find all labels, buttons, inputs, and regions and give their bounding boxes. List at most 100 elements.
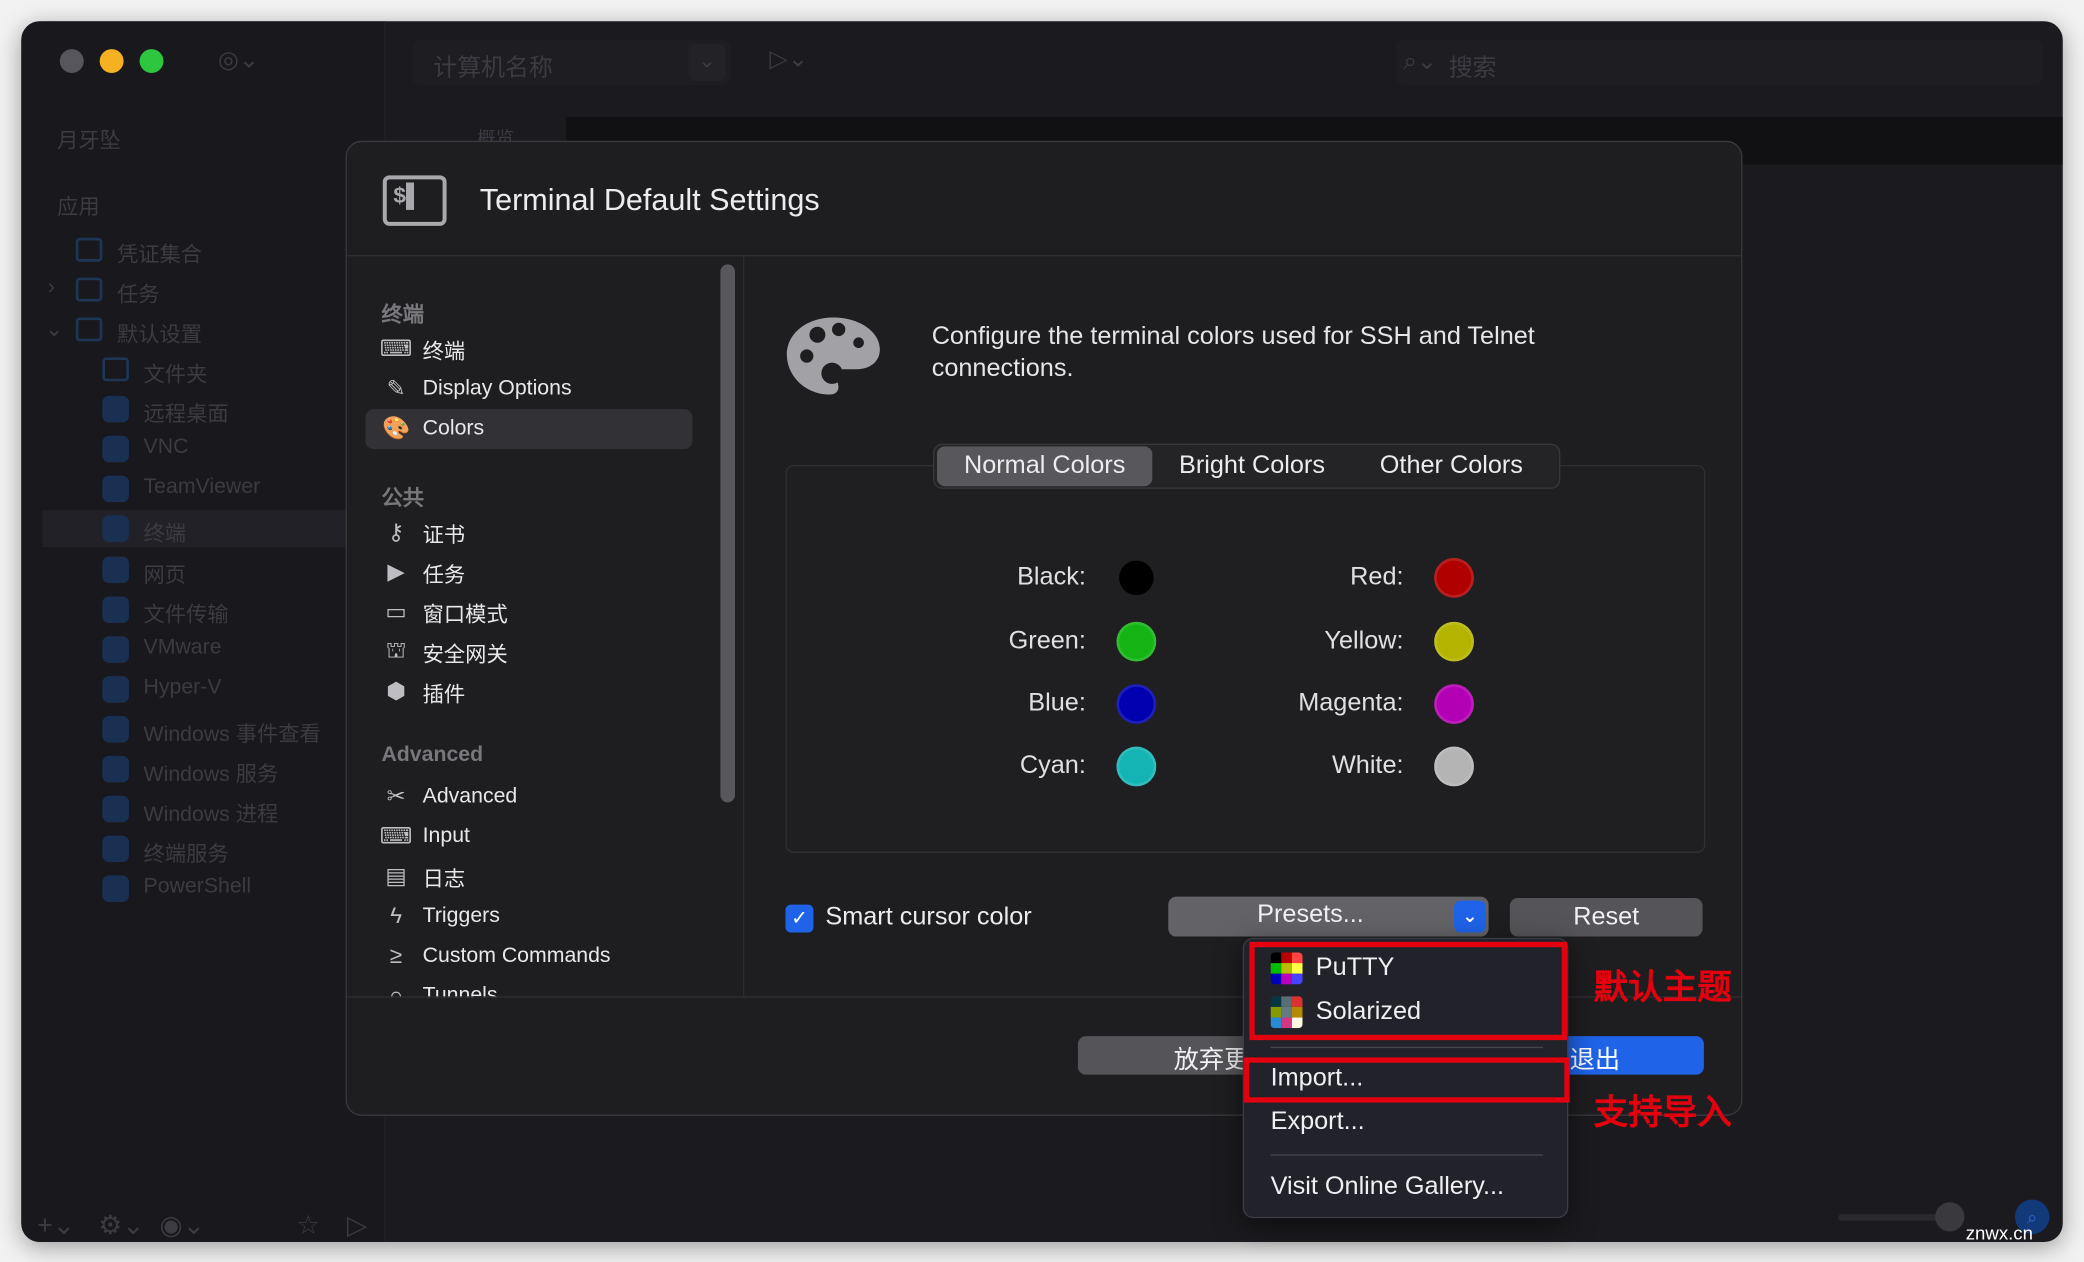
- dialog-title: Terminal Default Settings: [479, 181, 820, 217]
- connection-icon: [102, 835, 129, 863]
- connection-icon: [102, 555, 129, 583]
- play-icon[interactable]: ▷⌄: [770, 45, 808, 73]
- sidebar-child-item[interactable]: PowerShell: [144, 876, 252, 900]
- colors-panel: [785, 464, 1706, 853]
- annotation-themes: 默认主题: [1593, 967, 1732, 1007]
- divider: [1270, 1046, 1544, 1049]
- chevron-down-icon: ⌄: [1454, 900, 1486, 933]
- tools-icon: ✂: [386, 783, 406, 809]
- color-swatch-magenta[interactable]: [1434, 684, 1474, 724]
- nav-scrollbar[interactable]: [720, 264, 735, 803]
- connection-icon: [102, 675, 129, 703]
- tab-normal-colors[interactable]: Normal Colors: [937, 446, 1153, 487]
- color-swatch-red[interactable]: [1434, 557, 1474, 598]
- nav-item-安全网关[interactable]: ⛫ 安全网关: [381, 634, 508, 671]
- sidebar-child-item[interactable]: 文件夹: [144, 356, 208, 388]
- color-swatch-green[interactable]: [1116, 621, 1157, 662]
- network-icon[interactable]: ◉⌄: [159, 1209, 204, 1242]
- sidebar-child-item[interactable]: TeamViewer: [144, 476, 261, 500]
- search-icon: ⌕⌄: [1403, 47, 1437, 75]
- sidebar-section: 应用: [57, 196, 100, 220]
- gateway-icon: ⛫: [385, 637, 407, 663]
- color-swatch-white[interactable]: [1434, 746, 1474, 787]
- zoom-slider-knob[interactable]: [1935, 1202, 1965, 1232]
- task-icon: ▶: [387, 559, 405, 585]
- divider: [742, 256, 745, 998]
- connection-icon: [102, 715, 129, 743]
- sidebar-item[interactable]: 任务: [117, 276, 160, 308]
- connection-icon: [102, 875, 129, 903]
- computer-name-field[interactable]: 计算机名称 ⌄: [412, 39, 732, 86]
- nav-item-triggers[interactable]: ϟ Triggers: [381, 898, 500, 935]
- nav-item-display-options[interactable]: ✎ Display Options: [381, 371, 572, 408]
- menu-item-gallery[interactable]: Visit Online Gallery...: [1271, 1173, 1504, 1202]
- sidebar-child-item[interactable]: 远程桌面: [144, 396, 229, 428]
- connect-icon[interactable]: ◎⌄: [218, 46, 259, 74]
- sidebar-child-item[interactable]: Windows 事件查看: [144, 716, 321, 748]
- reset-button[interactable]: Reset: [1509, 897, 1703, 937]
- zoom-button[interactable]: [139, 49, 164, 74]
- minimize-button[interactable]: [99, 49, 124, 74]
- sidebar-child-item[interactable]: Windows 进程: [144, 796, 279, 828]
- sidebar-child-item[interactable]: VMware: [144, 636, 222, 660]
- nav-section-title: 公共: [381, 487, 425, 511]
- sidebar-child-item[interactable]: Windows 服务: [144, 756, 279, 788]
- palette-icon: [786, 317, 880, 395]
- color-swatch-cyan[interactable]: [1116, 746, 1157, 787]
- nav-item-input[interactable]: ⌨ Input: [379, 818, 470, 855]
- close-button[interactable]: [59, 49, 84, 74]
- tab-bright-colors[interactable]: Bright Colors: [1152, 446, 1351, 486]
- nav-item-custom-commands[interactable]: ≥ Custom Commands: [381, 938, 611, 975]
- connection-icon: [102, 635, 129, 663]
- presets-button[interactable]: Presets... ⌄: [1168, 896, 1489, 937]
- nav-item-advanced[interactable]: ✂ Advanced: [381, 778, 518, 815]
- nav-item-窗口模式[interactable]: ▭ 窗口模式: [381, 594, 507, 631]
- connection-icon: [102, 435, 129, 463]
- sidebar-child-item[interactable]: 终端服务: [144, 836, 229, 868]
- connection-icon: [102, 595, 129, 623]
- folder-icon: [75, 317, 103, 342]
- sidebar-child-item[interactable]: 终端: [144, 516, 187, 548]
- window-icon: ▭: [385, 599, 407, 625]
- keyboard-icon: ⌨: [379, 823, 413, 849]
- color-swatch-yellow[interactable]: [1434, 621, 1474, 662]
- sidebar-item[interactable]: 凭证集合: [117, 236, 202, 268]
- folder-icon: [75, 237, 103, 262]
- color-label: Black:: [1017, 563, 1086, 592]
- color-label: Magenta:: [1298, 689, 1404, 718]
- search-input[interactable]: ⌕⌄ 搜索: [1395, 39, 2043, 86]
- star-icon[interactable]: ☆: [296, 1209, 320, 1242]
- nav-item-终端[interactable]: ⌨ 终端: [380, 331, 465, 368]
- nav-item-tunnels[interactable]: ∩ Tunnels: [381, 978, 498, 998]
- sidebar-item[interactable]: 默认设置: [117, 316, 202, 348]
- folder-icon: [102, 357, 129, 382]
- add-icon[interactable]: +⌄: [37, 1209, 75, 1242]
- color-swatch-blue[interactable]: [1116, 684, 1157, 724]
- play-icon[interactable]: ▷: [347, 1209, 367, 1242]
- gear-icon[interactable]: ⚙⌄: [98, 1209, 144, 1242]
- sidebar-child-item[interactable]: VNC: [144, 436, 189, 460]
- menu-item-export[interactable]: Export...: [1271, 1108, 1365, 1137]
- chevron-right-icon[interactable]: ›: [48, 276, 55, 300]
- color-swatch-black[interactable]: [1116, 557, 1157, 598]
- selected-row: [42, 510, 386, 548]
- nav-section-title: Advanced: [381, 743, 484, 767]
- annotation-import: 支持导入: [1593, 1091, 1732, 1132]
- settings-nav: 终端 ⌨ 终端 ✎ Display Options 🎨 Colors 公共 ⚷ 证书 ▶ 任务 ▭ 窗口模…: [347, 256, 743, 998]
- nav-item-证书[interactable]: ⚷ 证书: [381, 514, 465, 551]
- sidebar-child-item[interactable]: Hyper-V: [144, 676, 222, 700]
- nav-item-插件[interactable]: ⬢ 插件: [381, 673, 465, 710]
- chevron-down-icon[interactable]: ⌄: [45, 316, 63, 343]
- sidebar-child-item[interactable]: 文件传输: [144, 596, 229, 628]
- nav-item-colors[interactable]: 🎨 Colors: [381, 410, 484, 447]
- tab-other-colors[interactable]: Other Colors: [1352, 446, 1551, 486]
- command-icon: ≥: [389, 943, 403, 969]
- log-icon: ▤: [385, 863, 407, 889]
- nav-item-任务[interactable]: ▶ 任务: [381, 554, 465, 591]
- smart-cursor-checkbox[interactable]: ✓: [785, 904, 814, 933]
- chevron-down-icon[interactable]: ⌄: [688, 43, 726, 82]
- sidebar-child-item[interactable]: 网页: [144, 556, 187, 588]
- annotation-box-themes: [1249, 941, 1568, 1041]
- color-label: Cyan:: [1019, 751, 1086, 780]
- nav-item-日志[interactable]: ▤ 日志: [381, 858, 465, 895]
